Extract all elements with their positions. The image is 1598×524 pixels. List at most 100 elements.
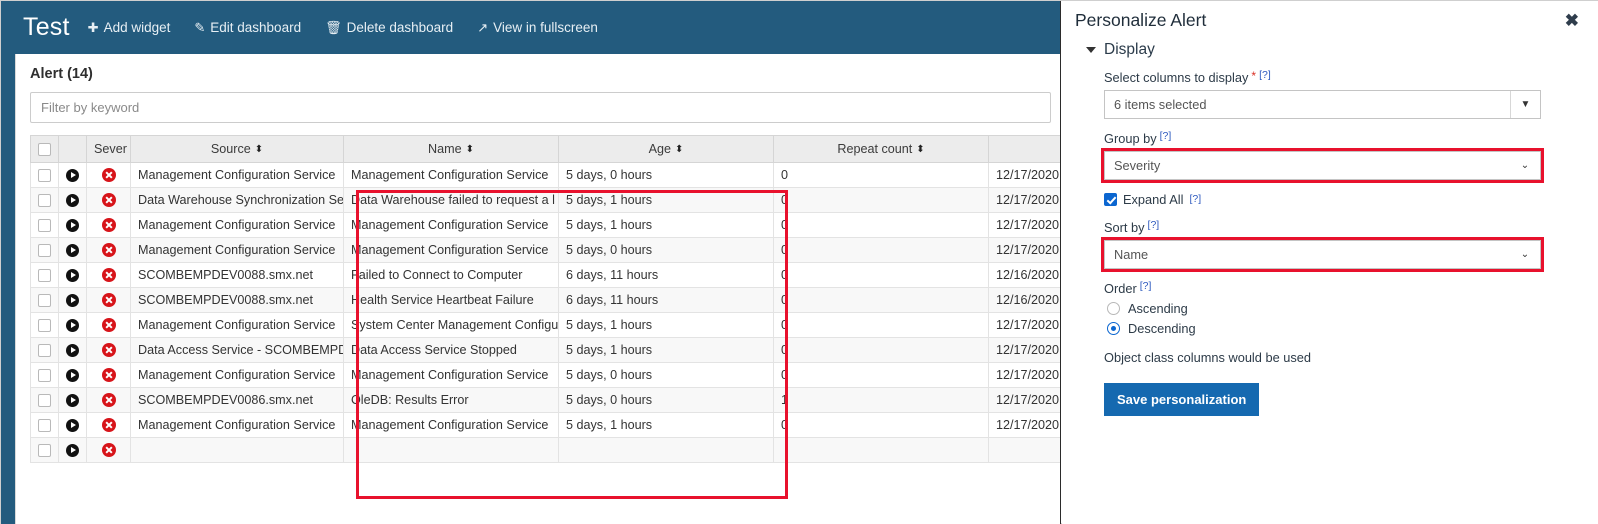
- row-expand-cell[interactable]: [58, 237, 87, 263]
- filter-keyword-input[interactable]: [30, 92, 1051, 123]
- help-icon[interactable]: [?]: [1160, 131, 1172, 142]
- row-expand-cell[interactable]: [58, 362, 87, 388]
- table-row[interactable]: [30, 437, 1060, 463]
- expand-details-icon[interactable]: [66, 294, 79, 308]
- expand-details-icon[interactable]: [66, 444, 79, 458]
- close-icon[interactable]: ✖: [1563, 10, 1581, 31]
- help-icon[interactable]: [?]: [1259, 70, 1271, 81]
- header-name[interactable]: Name ⬍: [343, 135, 559, 163]
- group-by-select[interactable]: Severity ⌄: [1104, 151, 1541, 180]
- row-checkbox-cell[interactable]: [30, 387, 59, 413]
- row-checkbox-cell[interactable]: [30, 237, 59, 263]
- row-expand-cell[interactable]: [58, 187, 87, 213]
- row-checkbox[interactable]: [38, 394, 51, 408]
- chevron-down-icon[interactable]: ⌄: [1510, 152, 1540, 179]
- row-checkbox-cell[interactable]: [30, 362, 59, 388]
- row-checkbox[interactable]: [38, 194, 51, 208]
- sort-icon[interactable]: ⬍: [255, 145, 263, 155]
- row-checkbox[interactable]: [38, 269, 51, 283]
- row-checkbox[interactable]: [38, 294, 51, 308]
- header-last-modified[interactable]: La: [988, 135, 1060, 163]
- row-expand-cell[interactable]: [58, 287, 87, 313]
- row-checkbox-cell[interactable]: [30, 212, 59, 238]
- expand-details-icon[interactable]: [66, 269, 79, 283]
- row-checkbox-cell[interactable]: [30, 312, 59, 338]
- table-row[interactable]: Management Configuration Service System C…: [30, 312, 1060, 338]
- chevron-down-icon[interactable]: ▼: [1510, 91, 1540, 118]
- row-last-modified-cell: 12/17/2020: [988, 387, 1060, 413]
- row-expand-cell[interactable]: [58, 262, 87, 288]
- help-icon[interactable]: [?]: [1189, 194, 1201, 205]
- expand-all-checkbox[interactable]: [1104, 193, 1117, 206]
- row-checkbox[interactable]: [38, 344, 51, 358]
- sort-icon[interactable]: ⬍: [675, 145, 683, 155]
- add-widget-button[interactable]: ✚ Add widget: [88, 20, 171, 35]
- order-option-descending[interactable]: Descending: [1086, 321, 1577, 336]
- header-source[interactable]: Source ⬍: [130, 135, 344, 163]
- table-row[interactable]: Management Configuration Service Manageme…: [30, 412, 1060, 438]
- expand-details-icon[interactable]: [66, 344, 79, 358]
- row-expand-cell[interactable]: [58, 412, 87, 438]
- row-checkbox-cell[interactable]: [30, 187, 59, 213]
- row-expand-cell[interactable]: [58, 212, 87, 238]
- header-age[interactable]: Age ⬍: [558, 135, 774, 163]
- expand-details-icon[interactable]: [66, 219, 79, 233]
- row-checkbox[interactable]: [38, 369, 51, 383]
- radio-descending[interactable]: [1107, 322, 1120, 335]
- expand-details-icon[interactable]: [66, 319, 79, 333]
- header-select-all[interactable]: [30, 135, 59, 163]
- display-section-toggle[interactable]: Display: [1086, 41, 1577, 59]
- help-icon[interactable]: [?]: [1148, 220, 1160, 231]
- table-row[interactable]: Management Configuration Service Manageme…: [30, 162, 1060, 188]
- delete-dashboard-button[interactable]: 🗑 Delete dashboard: [325, 20, 453, 35]
- expand-details-icon[interactable]: [66, 369, 79, 383]
- table-row[interactable]: Management Configuration Service Manageme…: [30, 237, 1060, 263]
- chevron-down-icon[interactable]: ⌄: [1510, 241, 1540, 268]
- view-fullscreen-button[interactable]: ↗ View in fullscreen: [477, 20, 598, 35]
- row-checkbox-cell[interactable]: [30, 262, 59, 288]
- sort-icon[interactable]: ⬍: [466, 145, 474, 155]
- expand-details-icon[interactable]: [66, 419, 79, 433]
- order-option-ascending[interactable]: Ascending: [1086, 301, 1577, 316]
- expand-details-icon[interactable]: [66, 244, 79, 258]
- sort-by-select[interactable]: Name ⌄: [1104, 240, 1541, 269]
- row-checkbox-cell[interactable]: [30, 412, 59, 438]
- table-row[interactable]: Management Configuration Service Manageme…: [30, 212, 1060, 238]
- row-checkbox-cell[interactable]: [30, 437, 59, 463]
- chevron-down-icon[interactable]: [1086, 47, 1096, 53]
- row-checkbox-cell[interactable]: [30, 287, 59, 313]
- row-checkbox-cell[interactable]: [30, 337, 59, 363]
- select-all-checkbox[interactable]: [38, 143, 51, 157]
- row-expand-cell[interactable]: [58, 312, 87, 338]
- table-row[interactable]: Management Configuration Service Manageme…: [30, 362, 1060, 388]
- sort-icon[interactable]: ⬍: [916, 145, 924, 155]
- expand-details-icon[interactable]: [66, 194, 79, 208]
- table-row[interactable]: Data Access Service - SCOMBEMPDE Data Acc…: [30, 337, 1060, 363]
- expand-details-icon[interactable]: [66, 169, 79, 183]
- row-expand-cell[interactable]: [58, 437, 87, 463]
- table-row[interactable]: SCOMBEMPDEV0088.smx.net Failed to Connect…: [30, 262, 1060, 288]
- radio-ascending[interactable]: [1107, 302, 1120, 315]
- columns-select[interactable]: 6 items selected ▼: [1104, 90, 1541, 119]
- help-icon[interactable]: [?]: [1140, 281, 1152, 292]
- row-checkbox[interactable]: [38, 319, 51, 333]
- expand-details-icon[interactable]: [66, 394, 79, 408]
- row-checkbox[interactable]: [38, 219, 51, 233]
- row-checkbox-cell[interactable]: [30, 162, 59, 188]
- row-checkbox[interactable]: [38, 444, 51, 458]
- row-expand-cell[interactable]: [58, 162, 87, 188]
- edit-dashboard-button[interactable]: ✎ Edit dashboard: [194, 20, 301, 35]
- row-expand-cell[interactable]: [58, 387, 87, 413]
- row-expand-cell[interactable]: [58, 337, 87, 363]
- row-checkbox[interactable]: [38, 169, 51, 183]
- row-checkbox[interactable]: [38, 419, 51, 433]
- table-row[interactable]: Data Warehouse Synchronization Se Data Wa…: [30, 187, 1060, 213]
- table-row[interactable]: SCOMBEMPDEV0088.smx.net Health Service He…: [30, 287, 1060, 313]
- table-row[interactable]: SCOMBEMPDEV0086.smx.net OleDB: Results Er…: [30, 387, 1060, 413]
- row-checkbox[interactable]: [38, 244, 51, 258]
- save-personalization-button[interactable]: Save personalization: [1104, 383, 1260, 416]
- header-repeat-count[interactable]: Repeat count ⬍: [773, 135, 989, 163]
- row-severity-cell: [86, 212, 131, 238]
- header-severity[interactable]: Sever: [86, 135, 131, 163]
- expand-all-row[interactable]: Expand All [?]: [1086, 192, 1577, 207]
